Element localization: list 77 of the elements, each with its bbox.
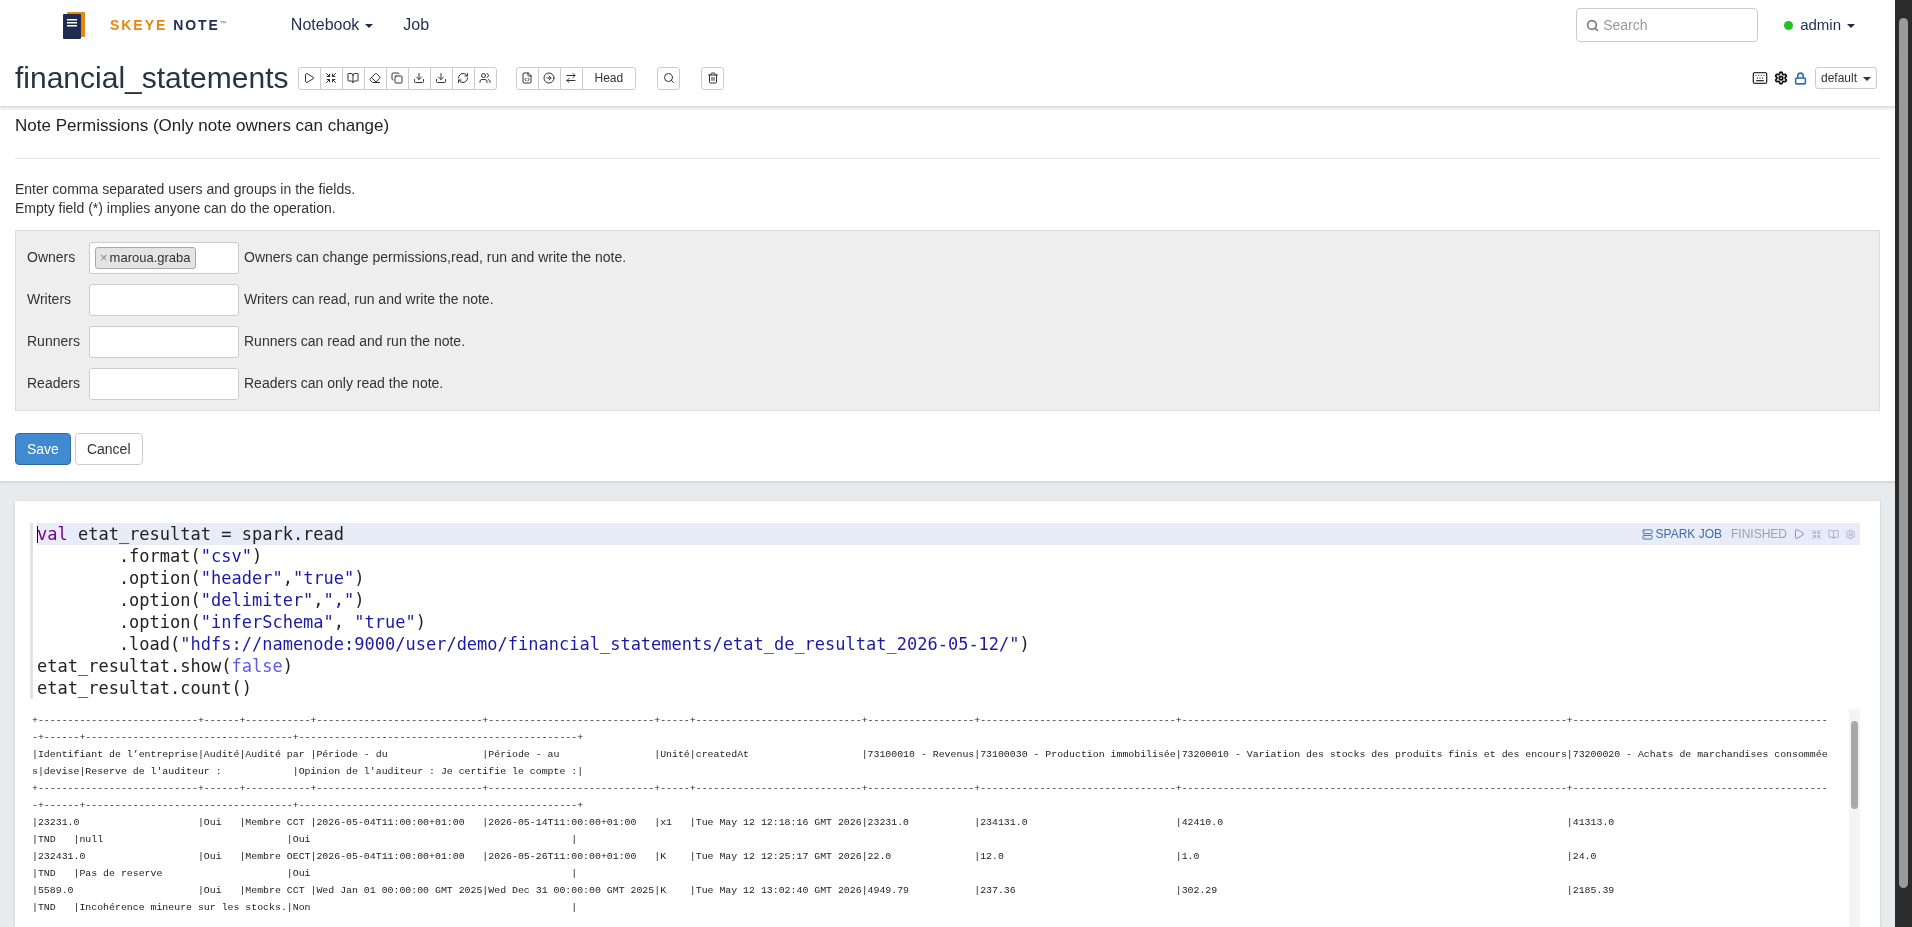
file-code-icon bbox=[521, 72, 533, 84]
output-line: +---------------------------+------+-----------+----------------------------+----------------------------+-----+----------------------------+------------------+---------------------------------+-----------------------------------------------------------------+--------------------------------------------+------+-----------------------------------+-----------------------------------------------+ bbox=[32, 782, 1829, 813]
user-menu[interactable]: admin bbox=[1800, 13, 1855, 37]
output-line: +---------------------------+------+-----------+----------------------------+----------------------------+-----+----------------------------+------------------+---------------------------------+-----------------------------------------------------------------+--------------------------------------------+------+-----------------------------------+-----------------------------------------------+ bbox=[32, 714, 1829, 745]
field-description: Readers can only read the note. bbox=[244, 374, 444, 393]
search-icon bbox=[1586, 19, 1600, 32]
toolbar-button[interactable] bbox=[473, 66, 497, 90]
lock-icon[interactable] bbox=[1793, 71, 1807, 85]
toolbar-button[interactable] bbox=[429, 66, 453, 90]
users-input[interactable] bbox=[89, 283, 239, 316]
code-line: .load("hdfs://namenode:9000/user/demo/financial_statements/etat_de_resultat_2026-05-12/") bbox=[117, 633, 1031, 655]
caret-icon bbox=[1863, 76, 1871, 81]
toolbar-button[interactable] bbox=[537, 66, 561, 90]
toolbar-button[interactable] bbox=[297, 66, 321, 90]
trash-icon bbox=[706, 72, 719, 84]
toolbar-button[interactable] bbox=[319, 66, 343, 90]
download-icon bbox=[413, 72, 425, 84]
nav-menu-link[interactable]: Job bbox=[403, 13, 430, 37]
notebook-logo-icon bbox=[62, 10, 86, 40]
nav-menu-link[interactable]: Notebook bbox=[290, 13, 374, 37]
code-line: etat_resultat.count() bbox=[37, 677, 253, 699]
head-button[interactable]: Head bbox=[581, 66, 637, 90]
permissions-title: Note Permissions (Only note owners can change) bbox=[15, 115, 391, 137]
code-line: etat_resultat.show(false) bbox=[37, 655, 294, 677]
refresh-icon bbox=[457, 72, 469, 84]
note-title: financial_statements bbox=[15, 63, 289, 93]
toolbar-button[interactable] bbox=[341, 66, 365, 90]
eraser-icon bbox=[369, 72, 381, 84]
caret-icon bbox=[365, 23, 374, 28]
keyboard-icon[interactable] bbox=[1751, 70, 1768, 86]
toolbar-button[interactable] bbox=[407, 66, 431, 90]
permissions-hint: Empty field (*) implies anyone can do the operation. bbox=[15, 199, 337, 218]
search-icon bbox=[662, 72, 675, 84]
field-description: Writers can read, run and write the note. bbox=[244, 290, 494, 309]
field-description: Owners can change permissions,read, run and write the note. bbox=[244, 248, 627, 267]
toolbar-button[interactable] bbox=[363, 66, 387, 90]
code-line: .option("header","true") bbox=[117, 567, 366, 589]
field-label: Readers bbox=[27, 374, 81, 393]
toolbar-button[interactable] bbox=[559, 66, 583, 90]
code-line: .option("inferSchema", "true") bbox=[117, 611, 427, 633]
page-scrollbar[interactable] bbox=[1895, 0, 1912, 927]
shrink-icon bbox=[325, 72, 337, 84]
users-input[interactable]: ×maroua.graba bbox=[89, 241, 239, 274]
user-tag[interactable]: ×maroua.graba bbox=[95, 246, 196, 269]
users-input[interactable] bbox=[89, 367, 239, 400]
output-scrollbar[interactable] bbox=[1849, 709, 1860, 927]
download-icon bbox=[435, 72, 447, 84]
form-button[interactable]: Save bbox=[15, 433, 71, 465]
toolbar-button[interactable] bbox=[701, 66, 725, 90]
field-label: Runners bbox=[27, 332, 81, 351]
users-input[interactable] bbox=[89, 325, 239, 358]
search-field[interactable]: Search bbox=[1576, 8, 1759, 42]
job-list-icon bbox=[1641, 528, 1653, 540]
play-icon bbox=[303, 72, 315, 84]
field-description: Runners can read and run the note. bbox=[244, 332, 466, 351]
users-icon bbox=[479, 72, 491, 84]
output-line: |5589.0 |Oui |Membre CCT |Wed Jan 01 00:00:00 GMT 2025|Wed Dec 31 00:00:00 GMT 2025|K |Tue May 12 13:02:40 GMT 2026|4949.79 |237.36 |302.29 |2185.39 |TND |Incohérence mineure sur les stocks.|Non | bbox=[32, 884, 1616, 915]
output-line: |232431.0 |Oui |Membre OECT|2026-05-04T11:00:00+01:00 |2026-05-26T11:00:00+01:00 |K |Tue May 12 12:25:17 GMT 2026|22.0 |12.0 |1.0 |24.0 |TND |Pas de reserve |Oui | bbox=[32, 850, 1598, 881]
caret-icon bbox=[1847, 23, 1855, 28]
code-line: .format("csv") bbox=[117, 545, 264, 567]
interpreter-dropdown[interactable]: default bbox=[1814, 67, 1877, 89]
field-label: Writers bbox=[27, 290, 73, 309]
code-line: .option("delimiter",",") bbox=[117, 589, 366, 611]
brand-logo: SKEYE NOTE$^{™}$ bbox=[110, 15, 227, 35]
toolbar-button[interactable] bbox=[657, 66, 681, 90]
book-icon bbox=[347, 72, 359, 84]
copy-icon bbox=[391, 72, 403, 84]
toolbar-button[interactable] bbox=[451, 66, 475, 90]
swap-arrows-icon bbox=[565, 72, 577, 84]
output-line: |23231.0 |Oui |Membre CCT |2026-05-04T11:00:00+01:00 |2026-05-14T11:00:00+01:00 |x1 |Tue May 12 12:18:16 GMT 2026|23231.0 |234131.0 |42410.0 |41313.0 |TND |null |Oui | bbox=[32, 816, 1616, 847]
output-line: |Identifiant de l’entreprise|Audité|Audité par |Période - du |Période - au |Unité|createdAt |73100010 - Revenus|73100030 - Production immobilisée|73200010 - Variation des stocks des produits finis et des encours|73200020 - Achats de marchandises consommées|devise|Reserve de l'auditeur : |Opinion de l'auditeur : Je certifie le compte :| bbox=[32, 748, 1829, 779]
spark-job-link[interactable]: SPARK JOB bbox=[1655, 525, 1722, 543]
form-button[interactable]: Cancel bbox=[74, 433, 143, 465]
permissions-hint: Enter comma separated users and groups in the fields. bbox=[15, 180, 357, 199]
field-label: Owners bbox=[27, 248, 77, 267]
paragraph-status: FINISHED bbox=[1731, 526, 1787, 543]
settings-icon[interactable] bbox=[1773, 71, 1788, 85]
